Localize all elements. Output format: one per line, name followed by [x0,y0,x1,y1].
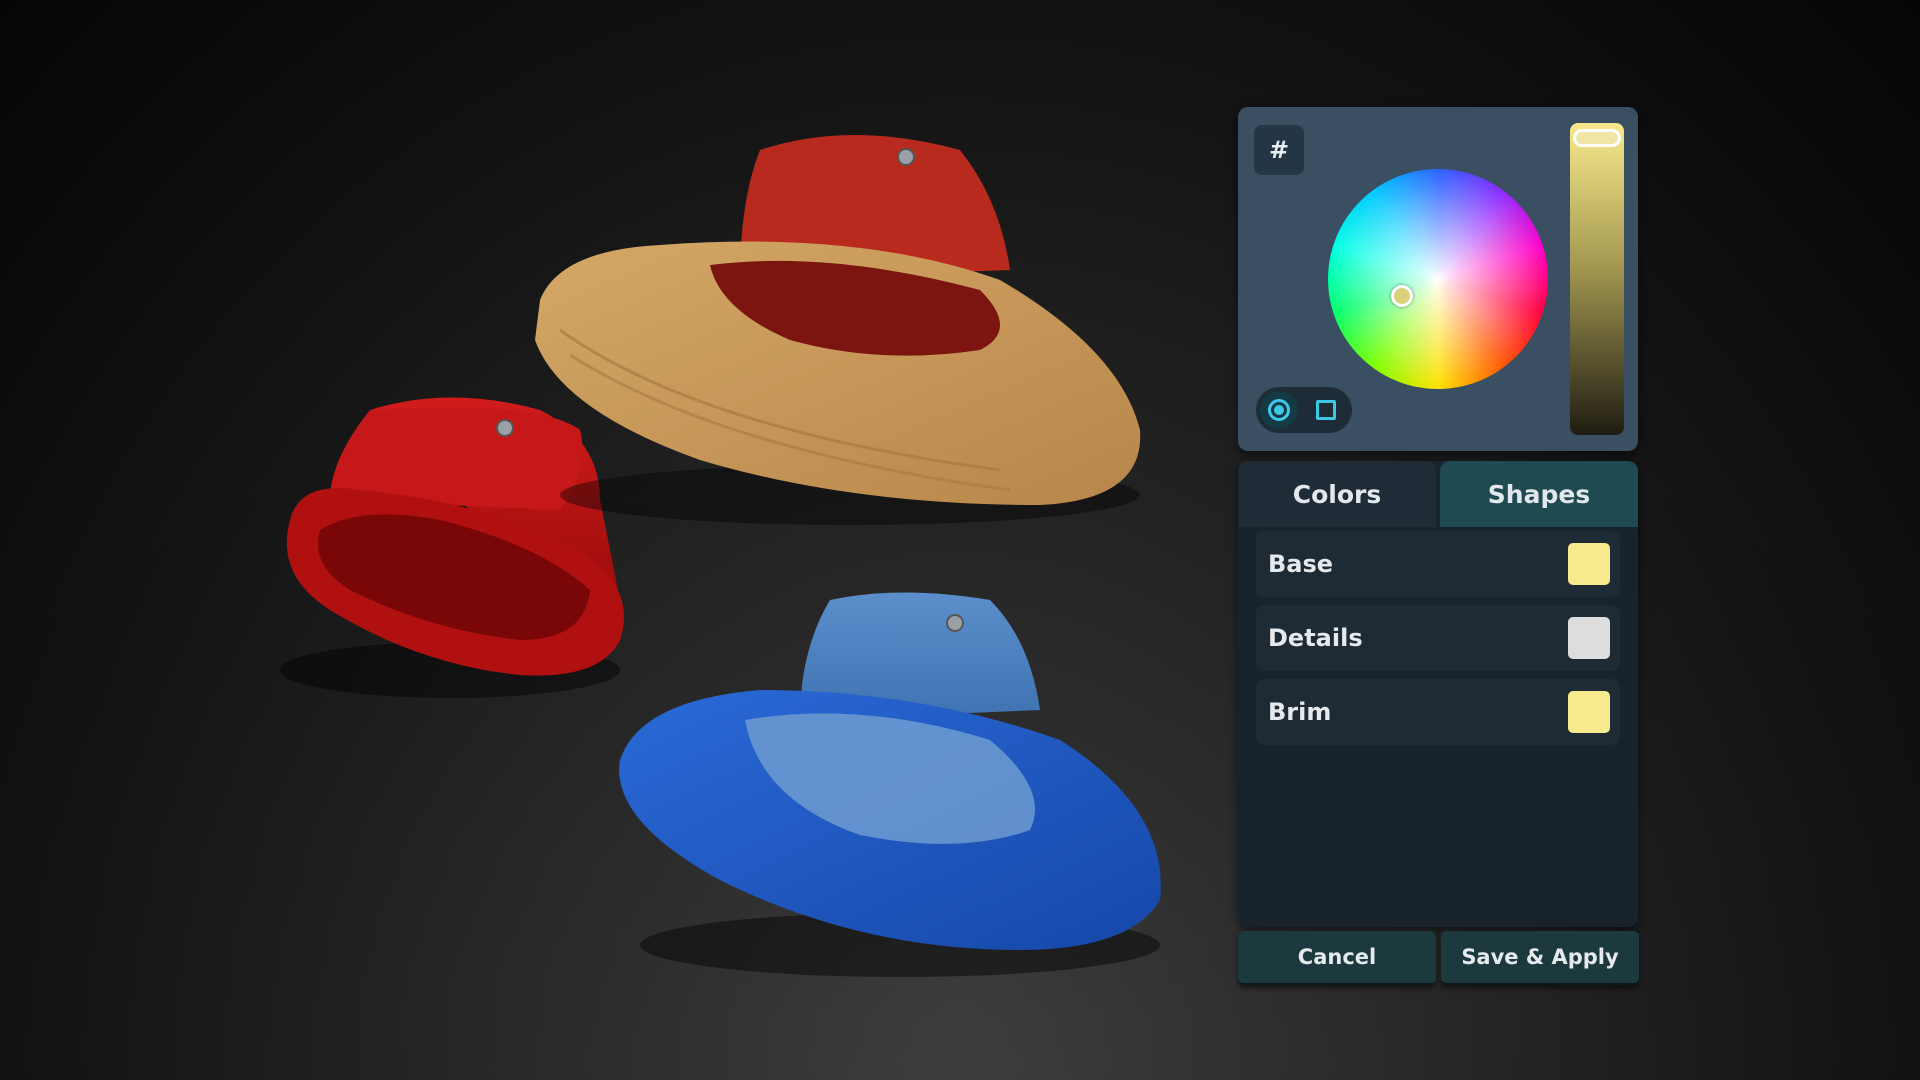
property-label: Base [1268,550,1334,578]
color-swatch[interactable] [1568,543,1610,585]
property-list: Base Details Brim [1256,531,1620,753]
tab-shapes[interactable]: Shapes [1440,461,1638,527]
property-row-brim[interactable]: Brim [1256,679,1620,745]
cancel-button[interactable]: Cancel [1238,931,1436,985]
brightness-slider-handle[interactable] [1573,129,1621,147]
square-icon[interactable] [1316,400,1336,420]
save-apply-button[interactable]: Save & Apply [1441,931,1639,985]
property-row-base[interactable]: Base [1256,531,1620,597]
color-swatch[interactable] [1568,617,1610,659]
tab-colors[interactable]: Colors [1238,461,1436,527]
color-swatch[interactable] [1568,691,1610,733]
color-picker-panel: # [1238,107,1638,451]
color-wheel-handle[interactable] [1391,285,1413,307]
tab-bar: Colors Shapes [1238,461,1638,527]
property-label: Brim [1268,698,1332,726]
color-wheel[interactable] [1328,169,1548,389]
hex-input-button[interactable]: # [1254,125,1304,175]
property-label: Details [1268,624,1363,652]
circle-icon[interactable] [1260,391,1298,429]
properties-panel: Colors Shapes Base Details Brim [1238,461,1638,927]
picker-shape-toggle [1256,387,1352,433]
brightness-slider[interactable] [1570,123,1624,435]
property-row-details[interactable]: Details [1256,605,1620,671]
